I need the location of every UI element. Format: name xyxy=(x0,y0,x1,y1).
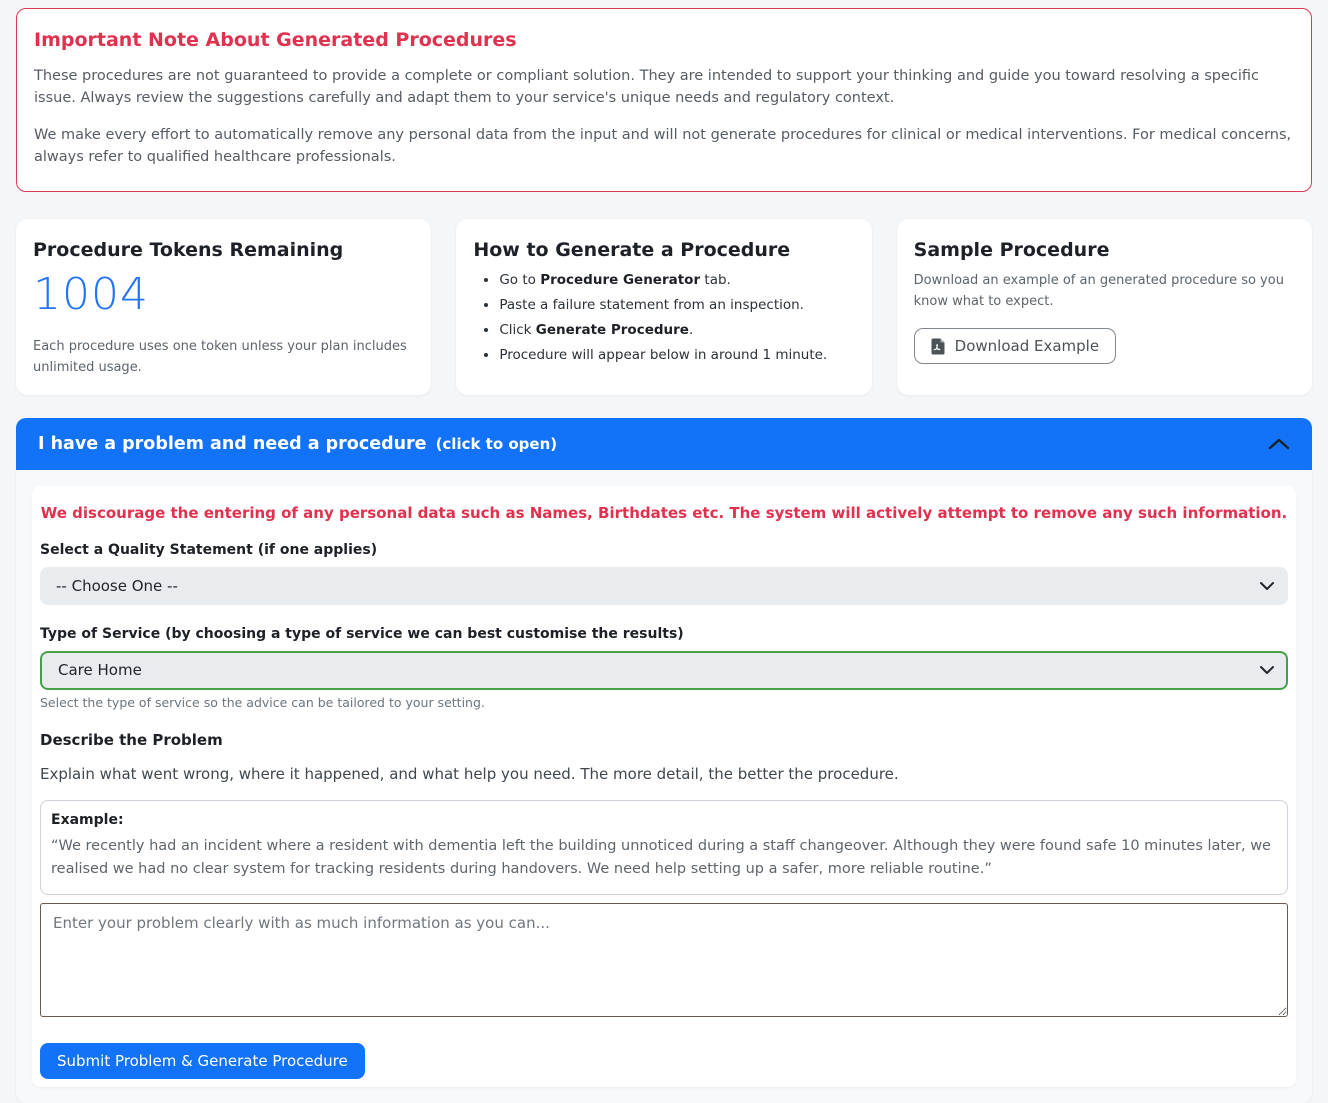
problem-input[interactable] xyxy=(40,903,1288,1017)
describe-problem-title: Describe the Problem xyxy=(40,731,1288,749)
pdf-file-icon xyxy=(931,338,946,355)
tokens-card-title: Procedure Tokens Remaining xyxy=(33,239,414,261)
howto-step: Procedure will appear below in around 1 … xyxy=(499,346,854,366)
step-text: Click xyxy=(499,322,535,338)
quality-statement-label: Select a Quality Statement (if one appli… xyxy=(40,542,1288,558)
example-label: Example: xyxy=(51,812,1277,828)
example-text: “We recently had an incident where a res… xyxy=(51,835,1277,881)
info-cards-row: Procedure Tokens Remaining 1004 Each pro… xyxy=(16,219,1312,395)
page: Important Note About Generated Procedure… xyxy=(0,0,1328,1103)
accordion-header[interactable]: I have a problem and need a procedure (c… xyxy=(16,418,1312,470)
submit-problem-button[interactable]: Submit Problem & Generate Procedure xyxy=(40,1043,365,1079)
howto-steps-list: Go to Procedure Generator tab. Paste a f… xyxy=(473,271,854,366)
step-bold-text: Procedure Generator xyxy=(540,272,700,288)
personal-data-warning: We discourage the entering of any person… xyxy=(40,504,1288,522)
example-box: Example: “We recently had an incident wh… xyxy=(40,800,1288,895)
howto-step: Click Generate Procedure. xyxy=(499,321,854,341)
sample-card: Sample Procedure Download an example of … xyxy=(897,219,1312,395)
alert-paragraph-2: We make every effort to automatically re… xyxy=(34,124,1294,169)
type-of-service-select[interactable]: Care Home xyxy=(40,651,1288,690)
accordion-title: I have a problem and need a procedure xyxy=(38,434,427,454)
howto-card-title: How to Generate a Procedure xyxy=(473,239,854,261)
describe-problem-intro: Explain what went wrong, where it happen… xyxy=(40,765,1288,783)
alert-title: Important Note About Generated Procedure… xyxy=(34,29,1294,51)
alert-paragraph-1: These procedures are not guaranteed to p… xyxy=(34,65,1294,110)
step-text: tab. xyxy=(700,272,731,288)
download-example-label: Download Example xyxy=(955,337,1099,355)
problem-accordion: I have a problem and need a procedure (c… xyxy=(16,418,1312,1103)
step-text: . xyxy=(689,322,693,338)
problem-form-panel: We discourage the entering of any person… xyxy=(32,486,1296,1087)
howto-card: How to Generate a Procedure Go to Proced… xyxy=(456,219,871,395)
step-text: Go to xyxy=(499,272,540,288)
accordion-subtitle: (click to open) xyxy=(436,435,558,453)
chevron-up-icon[interactable] xyxy=(1268,438,1290,450)
step-text: Paste a failure statement from an inspec… xyxy=(499,297,804,313)
tokens-card: Procedure Tokens Remaining 1004 Each pro… xyxy=(16,219,431,395)
type-of-service-helper: Select the type of service so the advice… xyxy=(40,695,1288,710)
howto-step: Paste a failure statement from an inspec… xyxy=(499,296,854,316)
tokens-note: Each procedure uses one token unless you… xyxy=(33,337,414,379)
step-text: Procedure will appear below in around 1 … xyxy=(499,347,827,363)
tokens-count: 1004 xyxy=(33,271,414,319)
type-of-service-select-wrap: Care Home xyxy=(40,651,1288,690)
quality-statement-select[interactable]: -- Choose One -- xyxy=(40,567,1288,605)
howto-step: Go to Procedure Generator tab. xyxy=(499,271,854,291)
quality-statement-select-wrap: -- Choose One -- xyxy=(40,567,1288,605)
step-bold-text: Generate Procedure xyxy=(536,322,689,338)
sample-card-title: Sample Procedure xyxy=(914,239,1295,261)
sample-text: Download an example of an generated proc… xyxy=(914,271,1295,313)
type-of-service-label: Type of Service (by choosing a type of s… xyxy=(40,626,1288,642)
accordion-body: We discourage the entering of any person… xyxy=(16,470,1312,1103)
download-example-button[interactable]: Download Example xyxy=(914,328,1116,364)
important-note-alert: Important Note About Generated Procedure… xyxy=(16,8,1312,192)
